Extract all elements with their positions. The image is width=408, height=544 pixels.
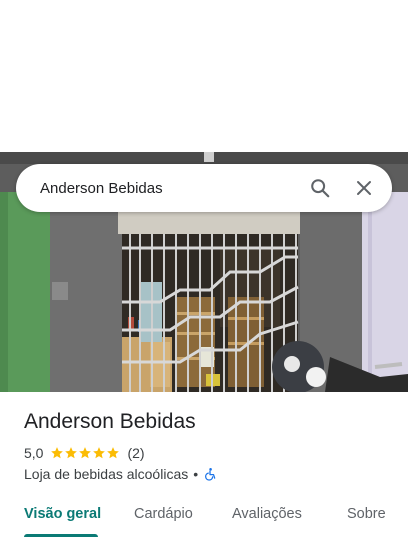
place-category: Loja de bebidas alcoólicas	[24, 466, 189, 482]
rating-stars	[50, 446, 120, 460]
separator-dot: •	[193, 466, 199, 482]
active-tab-indicator	[24, 534, 98, 537]
close-button[interactable]	[342, 166, 386, 210]
rating-row[interactable]: 5,0 (2)	[24, 445, 145, 461]
search-icon	[311, 179, 330, 198]
review-count[interactable]: (2)	[127, 445, 144, 461]
place-info-panel: Anderson Bebidas 5,0 (2) Loja de bebidas…	[0, 392, 408, 544]
search-query-text[interactable]: Anderson Bebidas	[16, 180, 298, 197]
star-icon	[65, 447, 78, 459]
map-blank-area[interactable]	[0, 0, 408, 152]
tab-overview[interactable]: Visão geral	[24, 506, 101, 522]
rating-value: 5,0	[24, 445, 44, 461]
place-title: Anderson Bebidas	[24, 410, 196, 433]
star-icon	[107, 447, 120, 459]
search-button[interactable]	[298, 166, 342, 210]
search-bar[interactable]: Anderson Bebidas	[16, 164, 392, 212]
tab-menu[interactable]: Cardápio	[134, 506, 193, 522]
maps-place-screen: Anderson Bebidas Anderson Bebidas 5,0 (2…	[0, 0, 408, 544]
category-row: Loja de bebidas alcoólicas •	[24, 466, 217, 482]
tab-about[interactable]: Sobre	[347, 506, 386, 522]
star-icon	[79, 447, 92, 459]
place-tabs: Visão geral Cardápio Avaliações Sobre	[0, 496, 408, 544]
star-icon	[51, 447, 64, 459]
tab-reviews[interactable]: Avaliações	[232, 506, 302, 522]
wheelchair-icon	[205, 468, 216, 481]
close-icon	[357, 181, 371, 195]
star-icon	[93, 447, 106, 459]
